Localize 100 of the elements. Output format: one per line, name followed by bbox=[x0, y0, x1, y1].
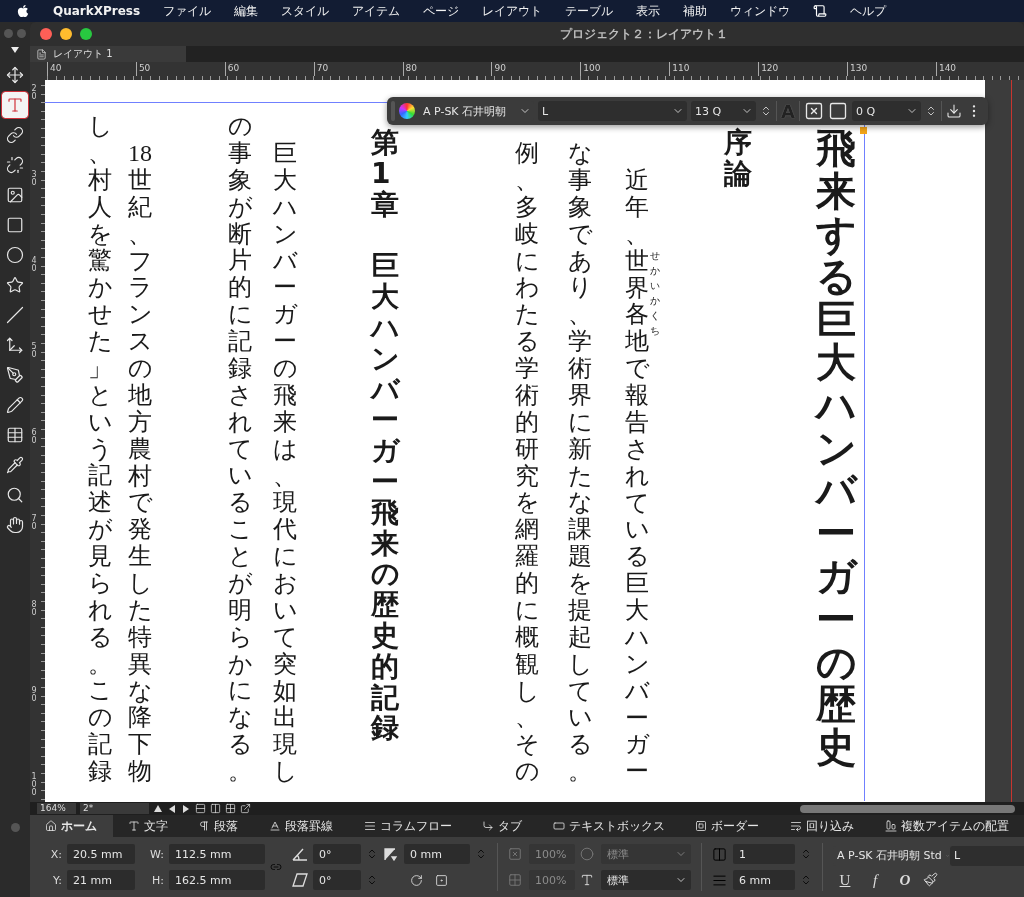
menu-item[interactable]: 補助 bbox=[683, 2, 708, 20]
type-style-button[interactable]: U bbox=[833, 871, 857, 889]
style-dropdown[interactable]: L bbox=[950, 845, 1024, 866]
color-wheel-icon[interactable] bbox=[399, 103, 415, 119]
x-field[interactable]: 20.5 mm bbox=[67, 844, 135, 864]
body-text: し、村人を驚かせた」という記述が見られる。この記録 bbox=[88, 113, 112, 785]
type-icon bbox=[580, 873, 594, 887]
width-field[interactable]: 112.5 mm bbox=[169, 844, 265, 864]
minimize-button[interactable] bbox=[60, 28, 72, 40]
ruler-label: 50 bbox=[31, 342, 38, 362]
grid-icon[interactable] bbox=[225, 803, 236, 814]
text-tool-icon bbox=[6, 96, 24, 114]
ruler-label: 100 bbox=[31, 772, 38, 800]
h-label: H: bbox=[151, 873, 164, 887]
crossed-box-icon[interactable] bbox=[803, 101, 824, 121]
ruler-label: 20 bbox=[31, 85, 38, 104]
style-dropdown[interactable]: L bbox=[538, 101, 687, 121]
triangle-left-icon[interactable] bbox=[167, 803, 177, 814]
external-link-icon[interactable] bbox=[240, 803, 251, 814]
triangle-right-icon[interactable] bbox=[181, 803, 191, 814]
corner-arrow-icon bbox=[482, 820, 495, 832]
height-field[interactable]: 162.5 mm bbox=[169, 870, 265, 890]
pilcrow-icon bbox=[198, 820, 211, 832]
window-title: プロジェクト２：レイアウト１ bbox=[560, 25, 728, 43]
gutter-field[interactable]: 6 mm bbox=[733, 870, 795, 890]
menu-item[interactable]: テーブル bbox=[565, 2, 614, 20]
layout-tab[interactable]: レイアウト 1 bbox=[30, 46, 186, 62]
blend-mode-dropdown[interactable]: 標準 bbox=[601, 870, 691, 890]
move-icon bbox=[6, 66, 24, 84]
circle-icon bbox=[580, 847, 594, 861]
body-text: の事象が断片的に記録されていることが明らかになる。 bbox=[228, 113, 252, 785]
ruler-label: 100 bbox=[580, 62, 670, 76]
skew-field[interactable]: 0° bbox=[313, 870, 361, 890]
menu-item[interactable]: ページ bbox=[423, 2, 460, 20]
type-style-button[interactable]: O bbox=[893, 871, 917, 889]
gutter-icon bbox=[712, 872, 727, 888]
ruler-label: 80 bbox=[402, 62, 492, 76]
body-text: 近年、 bbox=[625, 167, 649, 248]
body-text: 例、多岐にわたる学術的研究を網羅的に概観し、その bbox=[515, 140, 539, 785]
scrollbar-thumb[interactable] bbox=[800, 804, 1015, 813]
type-icon bbox=[127, 820, 140, 832]
square-icon[interactable] bbox=[827, 101, 848, 121]
app-menu[interactable]: QuarkXPress bbox=[53, 4, 141, 18]
triangle-up-icon[interactable] bbox=[153, 803, 163, 814]
palette-collapse-icon[interactable] bbox=[10, 46, 20, 54]
zoom-field[interactable]: 164% bbox=[37, 803, 76, 814]
ruler-label: 120 bbox=[758, 62, 847, 76]
line-icon bbox=[6, 306, 24, 324]
zoom-button[interactable] bbox=[80, 28, 92, 40]
circle-icon bbox=[6, 246, 24, 264]
download-icon[interactable] bbox=[945, 103, 962, 119]
ruler-label: 90 bbox=[31, 686, 38, 705]
rotate-icon[interactable] bbox=[410, 873, 423, 887]
chapter-number: 第1章 bbox=[371, 128, 399, 221]
menu-item[interactable]: レイアウト bbox=[482, 2, 543, 20]
crossed-box-icon bbox=[508, 847, 522, 861]
page-field[interactable]: 2* bbox=[80, 803, 149, 814]
columns-field[interactable]: 1 bbox=[733, 844, 795, 864]
ruler-label: 90 bbox=[491, 62, 581, 76]
angle-field[interactable]: 0° bbox=[313, 844, 361, 864]
menu-item[interactable]: 編集 bbox=[234, 2, 259, 20]
body-text: で報告されている巨大ハンバーガー bbox=[625, 355, 649, 786]
apple-logo-icon[interactable] bbox=[16, 4, 30, 18]
home-icon bbox=[45, 820, 58, 832]
panel-handle-icon[interactable] bbox=[10, 823, 20, 832]
ruler-label: 110 bbox=[669, 62, 759, 76]
size-field[interactable]: 13 Q bbox=[691, 101, 756, 121]
menu-item[interactable]: ウィンドウ bbox=[730, 2, 791, 20]
type-style-button[interactable]: f bbox=[863, 871, 887, 889]
eyedropper-icon bbox=[6, 456, 24, 474]
menu-item[interactable]: 表示 bbox=[636, 2, 661, 20]
split-columns-icon[interactable] bbox=[210, 803, 221, 814]
ruler-label: 40 bbox=[31, 256, 38, 276]
w-label: W: bbox=[149, 847, 164, 861]
overflow-marker bbox=[860, 127, 867, 134]
parallelogram-icon bbox=[292, 873, 308, 887]
pen-icon bbox=[6, 366, 24, 384]
menu-item[interactable]: ヘルプ bbox=[850, 2, 887, 20]
stepper-icon bbox=[366, 874, 378, 886]
chapter-heading: 巨大ハンバーガー飛来の歴史的記録 bbox=[371, 251, 399, 745]
ruler-label: 70 bbox=[313, 62, 403, 76]
menu-item[interactable]: ファイル bbox=[163, 2, 212, 20]
y-field[interactable]: 21 mm bbox=[67, 870, 135, 890]
split-rows-icon[interactable] bbox=[195, 803, 206, 814]
panel-tab[interactable]: ホーム bbox=[30, 815, 113, 837]
star-icon bbox=[6, 276, 24, 294]
pencil-icon bbox=[6, 396, 24, 414]
close-button[interactable] bbox=[40, 28, 52, 40]
ruler-label: 130 bbox=[847, 62, 936, 76]
menu-item[interactable]: アイテム bbox=[352, 2, 401, 20]
ruler-label: 60 bbox=[31, 428, 38, 448]
menu-item[interactable]: スタイル bbox=[281, 2, 330, 20]
stepper-icon bbox=[800, 848, 812, 860]
ruler-label: 50 bbox=[135, 62, 225, 76]
ruler-label: 80 bbox=[31, 600, 38, 619]
script-icon[interactable] bbox=[813, 4, 828, 18]
corner-radius-field[interactable]: 0 mm bbox=[404, 844, 470, 864]
stroke-width-field[interactable]: 0 Q bbox=[851, 101, 921, 121]
brush-icon[interactable] bbox=[923, 871, 938, 887]
baseline-icon bbox=[269, 820, 282, 832]
